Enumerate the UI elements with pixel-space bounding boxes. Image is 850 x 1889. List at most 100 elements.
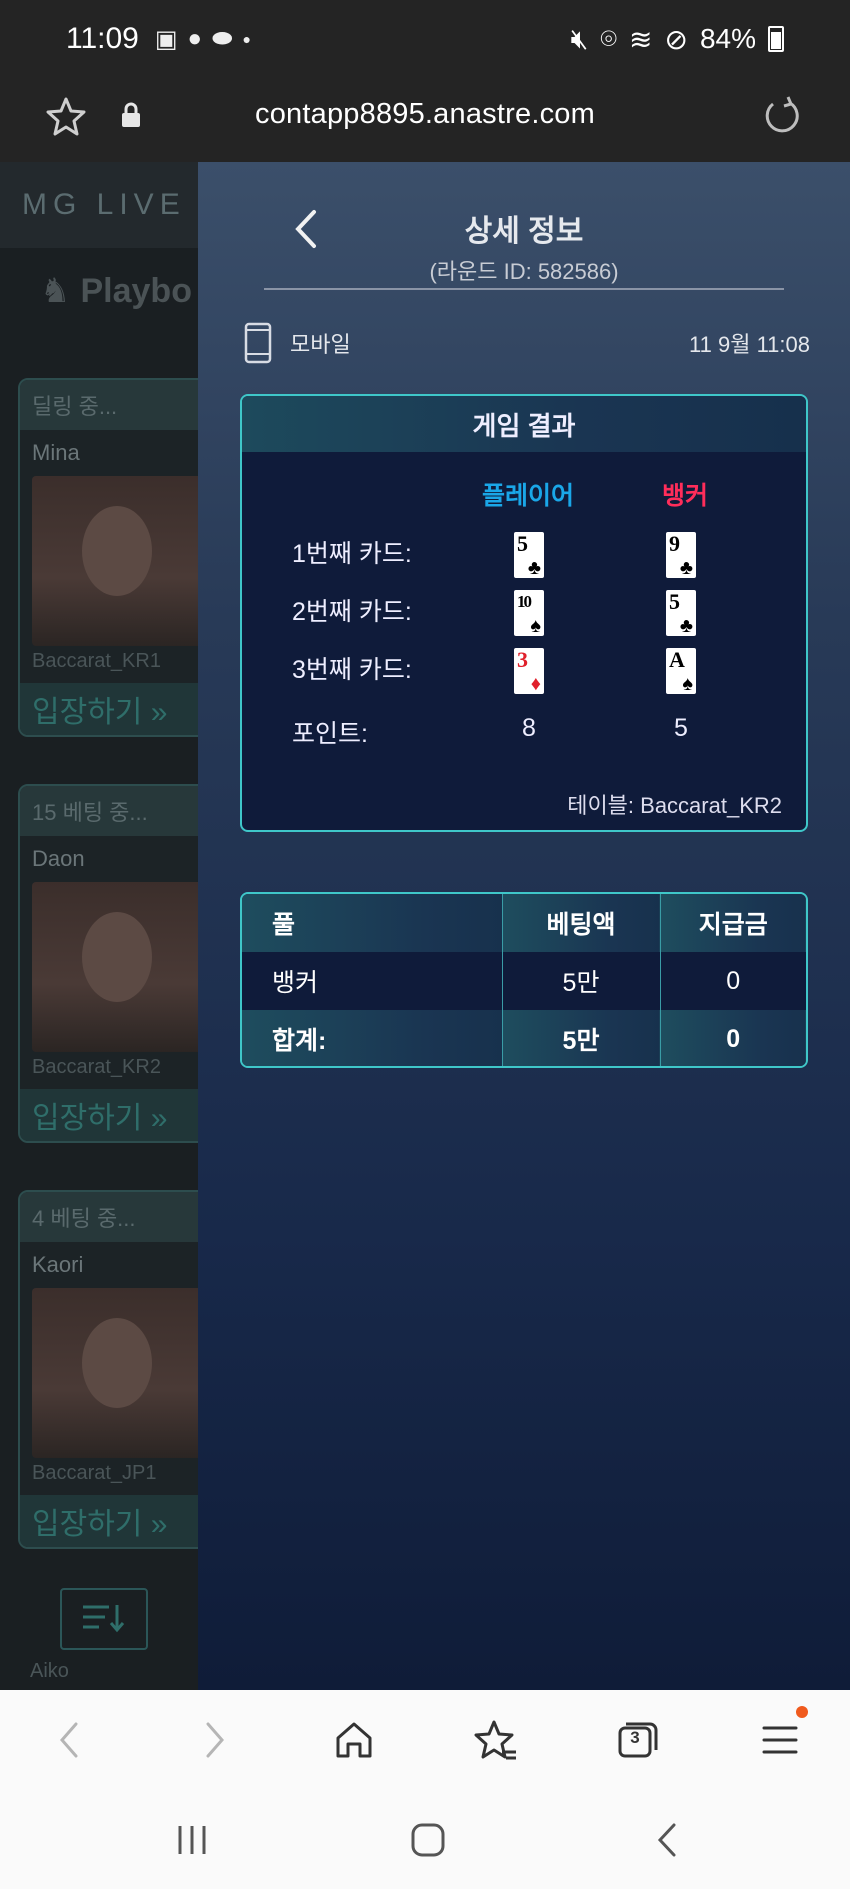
browser-toolbar: 3 bbox=[0, 1690, 850, 1790]
lobby-tab[interactable]: ♞ Playbo bbox=[0, 248, 198, 334]
card-suit: ♠ bbox=[530, 615, 541, 637]
card-rank: 10 bbox=[517, 592, 532, 611]
dealer-name: Daon bbox=[32, 846, 85, 871]
device-row: 모바일 11 9월 11:08 bbox=[244, 320, 810, 366]
card-status: 딜링 중... bbox=[20, 380, 198, 430]
table-name: 테이블: Baccarat_KR2 bbox=[567, 793, 782, 818]
status-bar: 11:09 ▣ ● ⬬ ● 🔇︎ ⌾ ≋ ⊘ 84% bbox=[0, 0, 850, 78]
sort-button[interactable] bbox=[60, 1588, 148, 1650]
url-bar: contapp8895.anastre.com bbox=[0, 78, 850, 162]
battery-icon bbox=[768, 26, 784, 52]
block-icon: ⊘ bbox=[664, 23, 688, 55]
card-row-label: 3번째 카드: bbox=[292, 656, 412, 684]
column-header: 지급금 bbox=[660, 894, 806, 952]
lobby-logo: MG LIVE bbox=[0, 162, 198, 248]
card-row-label: 1번째 카드: bbox=[292, 540, 412, 568]
url-text[interactable]: contapp8895.anastre.com bbox=[0, 98, 850, 131]
card-rank: A bbox=[669, 647, 685, 672]
points-label: 포인트: bbox=[292, 720, 368, 748]
total-payout: 0 bbox=[660, 1010, 806, 1066]
next-dealer-name: Aiko bbox=[30, 1660, 69, 1682]
system-navigation bbox=[0, 1790, 850, 1889]
payout-amount: 0 bbox=[660, 952, 806, 1010]
bookmarks-star-icon[interactable] bbox=[472, 1716, 520, 1764]
title-divider bbox=[264, 288, 784, 290]
round-datetime: 11 9월 11:08 bbox=[689, 332, 810, 357]
total-bet: 5만 bbox=[502, 1010, 661, 1066]
location-icon: ⌾ bbox=[600, 22, 618, 54]
dot-icon: ● bbox=[242, 31, 252, 47]
notification-dot bbox=[796, 1706, 808, 1718]
bet-amount: 5만 bbox=[502, 952, 661, 1010]
card-suit: ♣ bbox=[679, 615, 693, 637]
card-rank: 5 bbox=[669, 589, 680, 614]
device-label: 모바일 bbox=[290, 332, 351, 357]
card-table-name: Baccarat_KR2 bbox=[32, 1056, 161, 1078]
card-rank: 9 bbox=[669, 531, 680, 556]
system-back-icon[interactable] bbox=[644, 1820, 692, 1860]
status-right: 🔇︎ ⌾ ≋ ⊘ 84% bbox=[571, 23, 784, 56]
card-suit: ♦ bbox=[530, 673, 541, 695]
player-card-3: 3 ♦ bbox=[514, 648, 544, 694]
mobile-phone-icon bbox=[244, 322, 272, 364]
tabs-icon[interactable]: 3 bbox=[614, 1716, 662, 1764]
card-status: 4 베팅 중... bbox=[20, 1192, 198, 1242]
enter-button[interactable]: 입장하기 » bbox=[20, 1495, 198, 1547]
card-status: 15 베팅 중... bbox=[20, 786, 198, 836]
status-time: 11:09 bbox=[66, 22, 139, 55]
pill-icon: ⬬ bbox=[212, 25, 233, 52]
home-icon[interactable] bbox=[330, 1716, 378, 1764]
column-header: 풀 bbox=[242, 894, 503, 952]
card-suit: ♣ bbox=[679, 557, 693, 579]
banker-points: 5 bbox=[674, 714, 688, 742]
bet-pool: 뱅커 bbox=[242, 952, 503, 1010]
panel-title: 상세 정보 bbox=[464, 215, 584, 248]
game-result-header: 게임 결과 bbox=[242, 396, 806, 452]
dealer-name: Mina bbox=[32, 440, 80, 465]
talk-icon: ● bbox=[187, 25, 203, 52]
table-card[interactable]: 딜링 중... Mina Baccarat_KR1 입장하기 » bbox=[18, 378, 198, 737]
total-row: 합계: 5만 0 bbox=[242, 1010, 806, 1066]
table-row: 뱅커 5만 0 bbox=[242, 952, 806, 1010]
card-row-label: 2번째 카드: bbox=[292, 598, 412, 626]
dealer-photo bbox=[32, 1288, 198, 1458]
forward-arrow-icon[interactable] bbox=[190, 1716, 238, 1764]
card-suit: ♣ bbox=[527, 557, 541, 579]
back-arrow-icon[interactable] bbox=[46, 1716, 94, 1764]
bunny-icon: ♞ bbox=[40, 272, 71, 310]
sort-icon bbox=[83, 1605, 125, 1633]
background-lobby: MG LIVE ♞ Playbo 딜링 중... Mina Baccarat_K… bbox=[0, 162, 198, 1690]
mute-icon: 🔇︎ bbox=[570, 22, 589, 54]
player-card-1: 5 ♣ bbox=[514, 532, 544, 578]
home-button-icon[interactable] bbox=[404, 1820, 452, 1860]
bet-table: 풀 베팅액 지급금 뱅커 5만 0 합계: 5만 0 bbox=[240, 892, 808, 1068]
card-rank: 3 bbox=[517, 647, 528, 672]
banker-card-1: 9 ♣ bbox=[666, 532, 696, 578]
banker-card-3: A ♠ bbox=[666, 648, 696, 694]
card-table-name: Baccarat_JP1 bbox=[32, 1462, 157, 1484]
total-label: 합계: bbox=[242, 1010, 503, 1066]
lobby-tab-label: Playbo bbox=[80, 271, 192, 310]
image-icon: ▣ bbox=[154, 25, 178, 53]
player-column-label: 플레이어 bbox=[482, 482, 575, 510]
banker-card-2: 5 ♣ bbox=[666, 590, 696, 636]
battery-level: 84% bbox=[699, 23, 756, 54]
menu-icon[interactable] bbox=[756, 1706, 808, 1764]
tab-count: 3 bbox=[630, 1728, 640, 1747]
table-card[interactable]: 15 베팅 중... Daon Baccarat_KR2 입장하기 » bbox=[18, 784, 198, 1143]
card-rank: 5 bbox=[517, 531, 528, 556]
column-header: 베팅액 bbox=[502, 894, 661, 952]
wifi-icon: ≋ bbox=[629, 23, 653, 55]
dealer-photo bbox=[32, 882, 198, 1052]
bet-table-header: 풀 베팅액 지급금 bbox=[242, 894, 806, 952]
player-card-2: 10 ♠ bbox=[514, 590, 544, 636]
round-id: (라운드 ID: 582586) bbox=[429, 259, 619, 284]
enter-button[interactable]: 입장하기 » bbox=[20, 1089, 198, 1141]
table-card[interactable]: 4 베팅 중... Kaori Baccarat_JP1 입장하기 » bbox=[18, 1190, 198, 1549]
card-table-name: Baccarat_KR1 bbox=[32, 650, 161, 672]
card-suit: ♠ bbox=[682, 673, 693, 695]
game-result-box: 게임 결과 플레이어 뱅커 1번째 카드: 2번째 카드: 3번째 카드: 5 … bbox=[240, 394, 808, 832]
enter-button[interactable]: 입장하기 » bbox=[20, 683, 198, 735]
reload-icon[interactable] bbox=[760, 94, 804, 138]
recent-apps-icon[interactable] bbox=[168, 1820, 216, 1860]
